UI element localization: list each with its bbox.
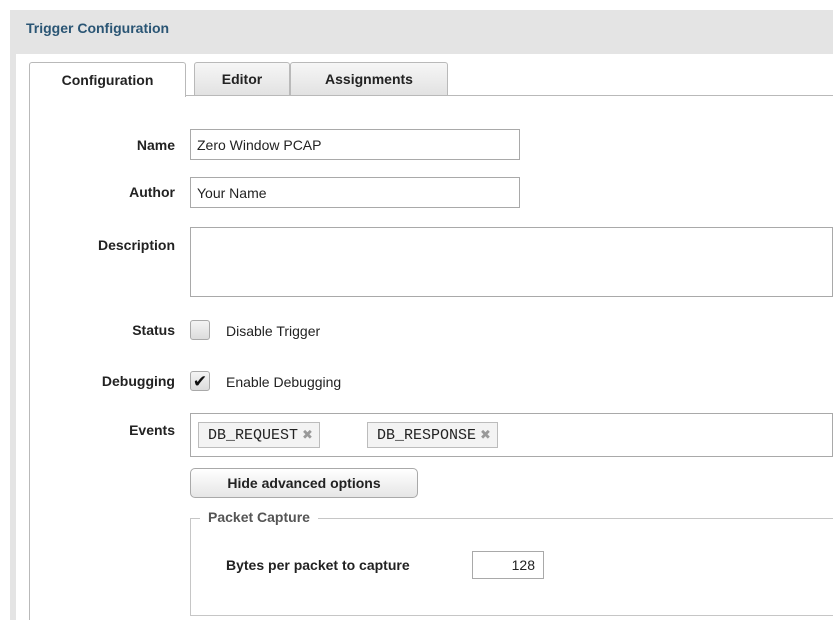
name-label: Name bbox=[136, 137, 175, 153]
description-label: Description bbox=[97, 237, 175, 253]
checkmark-icon: ✔ bbox=[192, 371, 208, 391]
content-border bbox=[29, 95, 30, 620]
disable-trigger-label[interactable]: Disable Trigger bbox=[226, 323, 320, 339]
enable-debugging-checkbox[interactable]: ✔ bbox=[190, 371, 210, 391]
event-tag-label: DB_REQUEST bbox=[208, 426, 299, 444]
event-tag-db-request: DB_REQUEST ✖ bbox=[198, 422, 320, 448]
events-tag-input[interactable]: DB_REQUEST ✖ DB_RESPONSE ✖ bbox=[190, 413, 833, 457]
left-rule bbox=[10, 54, 16, 620]
bytes-per-packet-input[interactable]: 128 bbox=[472, 551, 544, 579]
event-tag-label: DB_RESPONSE bbox=[377, 426, 477, 444]
panel-title: Trigger Configuration bbox=[26, 20, 170, 36]
remove-tag-icon[interactable]: ✖ bbox=[302, 428, 313, 443]
author-input[interactable]: Your Name bbox=[190, 177, 520, 208]
tab-configuration[interactable]: Configuration bbox=[29, 62, 186, 97]
packet-capture-legend: Packet Capture bbox=[200, 509, 318, 525]
description-textarea[interactable] bbox=[190, 227, 833, 297]
bytes-per-packet-label: Bytes per packet to capture bbox=[226, 557, 410, 573]
tab-assignments[interactable]: Assignments bbox=[290, 62, 448, 95]
name-input[interactable]: Zero Window PCAP bbox=[190, 129, 520, 160]
event-tag-db-response: DB_RESPONSE ✖ bbox=[367, 422, 498, 448]
events-label: Events bbox=[129, 422, 175, 438]
hide-advanced-options-button[interactable]: Hide advanced options bbox=[190, 468, 418, 498]
enable-debugging-label[interactable]: Enable Debugging bbox=[226, 374, 341, 390]
disable-trigger-checkbox[interactable] bbox=[190, 320, 210, 340]
author-label: Author bbox=[129, 184, 175, 200]
status-label: Status bbox=[132, 322, 175, 338]
panel-header: Trigger Configuration bbox=[10, 10, 833, 54]
remove-tag-icon[interactable]: ✖ bbox=[480, 428, 491, 443]
tab-editor[interactable]: Editor bbox=[194, 62, 290, 95]
debugging-label: Debugging bbox=[101, 373, 175, 389]
